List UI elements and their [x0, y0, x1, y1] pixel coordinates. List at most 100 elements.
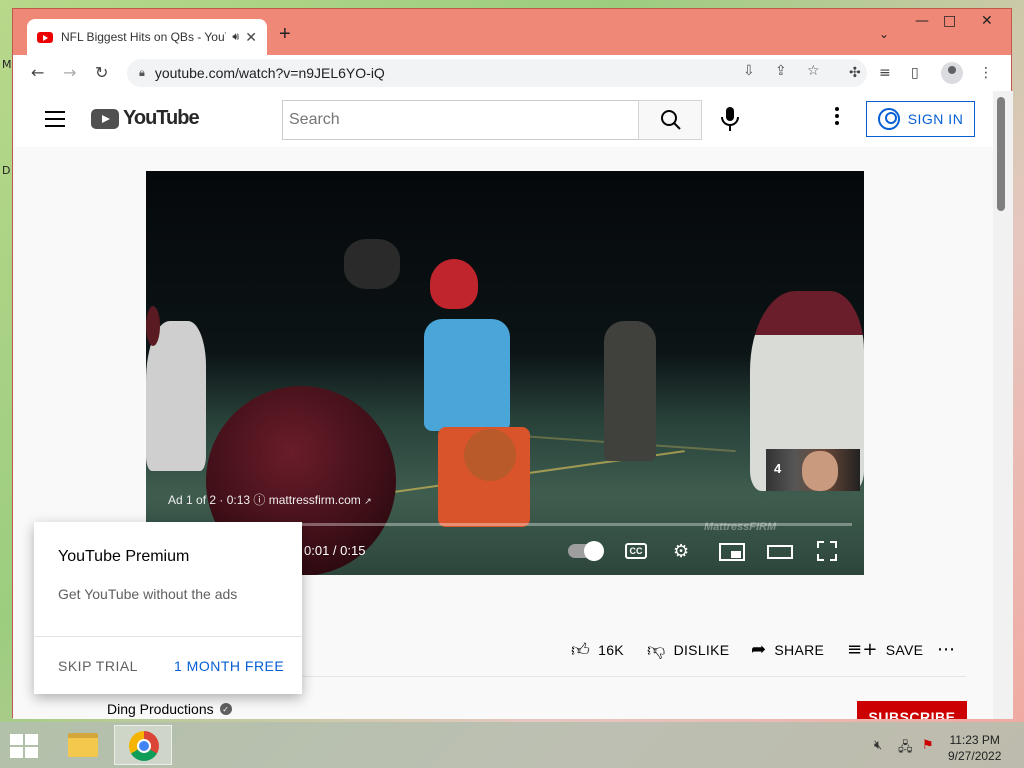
title-bar: NFL Biggest Hits on QBs - YouTube 🔊︎ ✕ +… [13, 9, 1011, 55]
browser-toolbar: ← → ↻ 🔒︎ youtube.com/watch?v=n9JEL6YO-iQ… [13, 55, 1011, 91]
minimize-button[interactable]: — [915, 13, 929, 29]
skip-trial-button[interactable]: SKIP TRIAL [58, 658, 138, 674]
maximize-button[interactable]: □ [943, 13, 956, 29]
desktop-icon-fragment: D [2, 164, 11, 177]
profile-avatar-icon[interactable] [941, 62, 963, 84]
youtube-premium-popup: YouTube Premium Get YouTube without the … [34, 522, 302, 694]
miniplayer-icon[interactable] [719, 543, 745, 561]
chrome-menu-icon[interactable]: ⋮ [979, 65, 993, 81]
search-button[interactable] [638, 100, 702, 140]
like-count: 16K [598, 642, 624, 658]
red-helmet [430, 259, 478, 309]
sign-in-button[interactable]: SIGN IN [866, 101, 975, 137]
channel-info[interactable]: Ding Productions ✓ [107, 701, 232, 717]
settings-gear-icon[interactable]: ⚙ [673, 541, 689, 562]
popup-divider [34, 636, 302, 637]
youtube-play-icon [91, 108, 119, 129]
desktop-icon-fragment: M [2, 58, 12, 71]
scrollbar-thumb[interactable] [997, 97, 1005, 211]
windows-start-icon[interactable] [10, 734, 38, 758]
autoplay-play-icon: ▶ [594, 542, 604, 556]
sign-in-label: SIGN IN [907, 111, 964, 127]
install-app-icon[interactable]: ⇩ [743, 63, 755, 79]
youtube-favicon-icon [37, 31, 53, 43]
football-player-figure [146, 306, 160, 346]
thumbs-up-icon: 👍︎ [571, 640, 591, 661]
video-player[interactable]: Ad 1 of 2 · 0:13 ⓘ mattressfirm.com ↗ 4 … [146, 171, 864, 575]
dislike-label: DISLIKE [673, 642, 730, 658]
chrome-taskbar-button[interactable] [114, 725, 172, 765]
clock-date: 9/27/2022 [948, 749, 1002, 763]
free-trial-button[interactable]: 1 MONTH FREE [174, 658, 284, 674]
search-input[interactable] [282, 100, 639, 140]
fullscreen-icon[interactable] [817, 541, 837, 561]
jersey-blue [424, 319, 510, 431]
folder-icon [68, 733, 98, 757]
close-window-button[interactable]: ✕ [981, 13, 993, 29]
volume-muted-icon[interactable]: 🔇︎ [874, 738, 882, 753]
url-text: youtube.com/watch?v=n9JEL6YO-iQ [154, 65, 385, 81]
search-icon [661, 110, 681, 130]
youtube-wordmark: YouTube [123, 107, 200, 129]
referee-figure [604, 321, 656, 461]
ad-queue-number: 4 [774, 461, 782, 476]
media-queue-icon[interactable]: ≡ [879, 65, 891, 81]
ad-domain-link[interactable]: mattressfirm.com [269, 493, 361, 507]
share-button[interactable]: ➦ SHARE [751, 639, 824, 660]
windows-taskbar: 🔇︎ 🖧 ⚑ 11:23 PM 9/27/2022 [0, 722, 1024, 768]
captions-button[interactable]: CC [625, 543, 647, 559]
basketball [464, 429, 516, 481]
action-center-icon[interactable]: ⚑ [922, 738, 934, 753]
bookmark-star-icon[interactable]: ☆ [807, 63, 820, 79]
like-button[interactable]: 👍︎ 16K [571, 639, 624, 661]
extensions-puzzle-icon[interactable]: ✣ [849, 65, 861, 81]
more-horizontal-icon: ⋯ [937, 639, 956, 660]
info-icon[interactable]: ⓘ [253, 493, 268, 507]
more-actions-button[interactable]: ⋯ [937, 639, 955, 660]
tab-title: NFL Biggest Hits on QBs - YouTube [61, 30, 226, 44]
side-panel-icon[interactable]: ▯ [911, 65, 919, 81]
youtube-logo[interactable]: YouTube [91, 107, 200, 130]
speaker-icon[interactable]: 🔊︎ [232, 31, 239, 44]
catchers-mitt [344, 239, 400, 289]
external-link-icon[interactable]: ↗ [364, 496, 372, 506]
channel-name[interactable]: Ding Productions [107, 701, 214, 717]
file-explorer-button[interactable] [52, 725, 110, 765]
save-button[interactable]: ≡+ SAVE [847, 639, 923, 660]
hamburger-menu-icon[interactable] [45, 111, 65, 132]
theater-mode-icon[interactable] [767, 545, 793, 559]
tab-search-chevron-icon[interactable]: ⌄ [879, 27, 889, 41]
popup-text: Get YouTube without the ads [58, 586, 238, 602]
time-display: 0:01 / 0:15 [304, 543, 366, 558]
share-arrow-icon: ➦ [751, 639, 767, 660]
browser-tab[interactable]: NFL Biggest Hits on QBs - YouTube 🔊︎ ✕ [27, 19, 267, 55]
thumbs-down-icon: 👎︎ [647, 640, 666, 661]
ad-thumbnail-image [802, 451, 838, 491]
ad-info: Ad 1 of 2 · 0:13 ⓘ mattressfirm.com ↗ [168, 491, 372, 508]
ad-counter: Ad 1 of 2 · 0:13 [168, 493, 251, 507]
forward-arrow-icon[interactable]: → [63, 63, 76, 82]
save-label: SAVE [885, 641, 924, 658]
page-scrollbar[interactable] [993, 91, 1013, 719]
next-ad-preview[interactable]: 4 [766, 449, 860, 491]
share-label: SHARE [774, 641, 825, 658]
subscribe-button[interactable]: SUBSCRIBE [857, 701, 967, 719]
system-clock[interactable]: 11:23 PM 9/27/2022 [948, 732, 1001, 764]
new-tab-button[interactable]: + [279, 23, 291, 46]
microphone-icon[interactable] [719, 105, 741, 133]
verified-check-icon: ✓ [219, 703, 232, 715]
dislike-button[interactable]: 👎︎ DISLIKE [647, 639, 729, 661]
network-icon[interactable]: 🖧 [898, 738, 913, 760]
address-bar[interactable]: 🔒︎ youtube.com/watch?v=n9JEL6YO-iQ ⇩ ⇪ ☆ [127, 59, 867, 87]
settings-more-icon[interactable] [835, 107, 839, 128]
lock-icon: 🔒︎ [139, 66, 145, 79]
account-circle-icon [877, 108, 900, 130]
chrome-icon [129, 731, 159, 761]
clock-time: 11:23 PM [949, 733, 1000, 747]
popup-title: YouTube Premium [58, 548, 190, 565]
close-tab-icon[interactable]: ✕ [245, 29, 257, 46]
playlist-add-icon: ≡+ [847, 639, 878, 660]
reload-icon[interactable]: ↻ [95, 63, 108, 82]
share-page-icon[interactable]: ⇪ [775, 63, 787, 79]
back-arrow-icon[interactable]: ← [31, 63, 44, 82]
